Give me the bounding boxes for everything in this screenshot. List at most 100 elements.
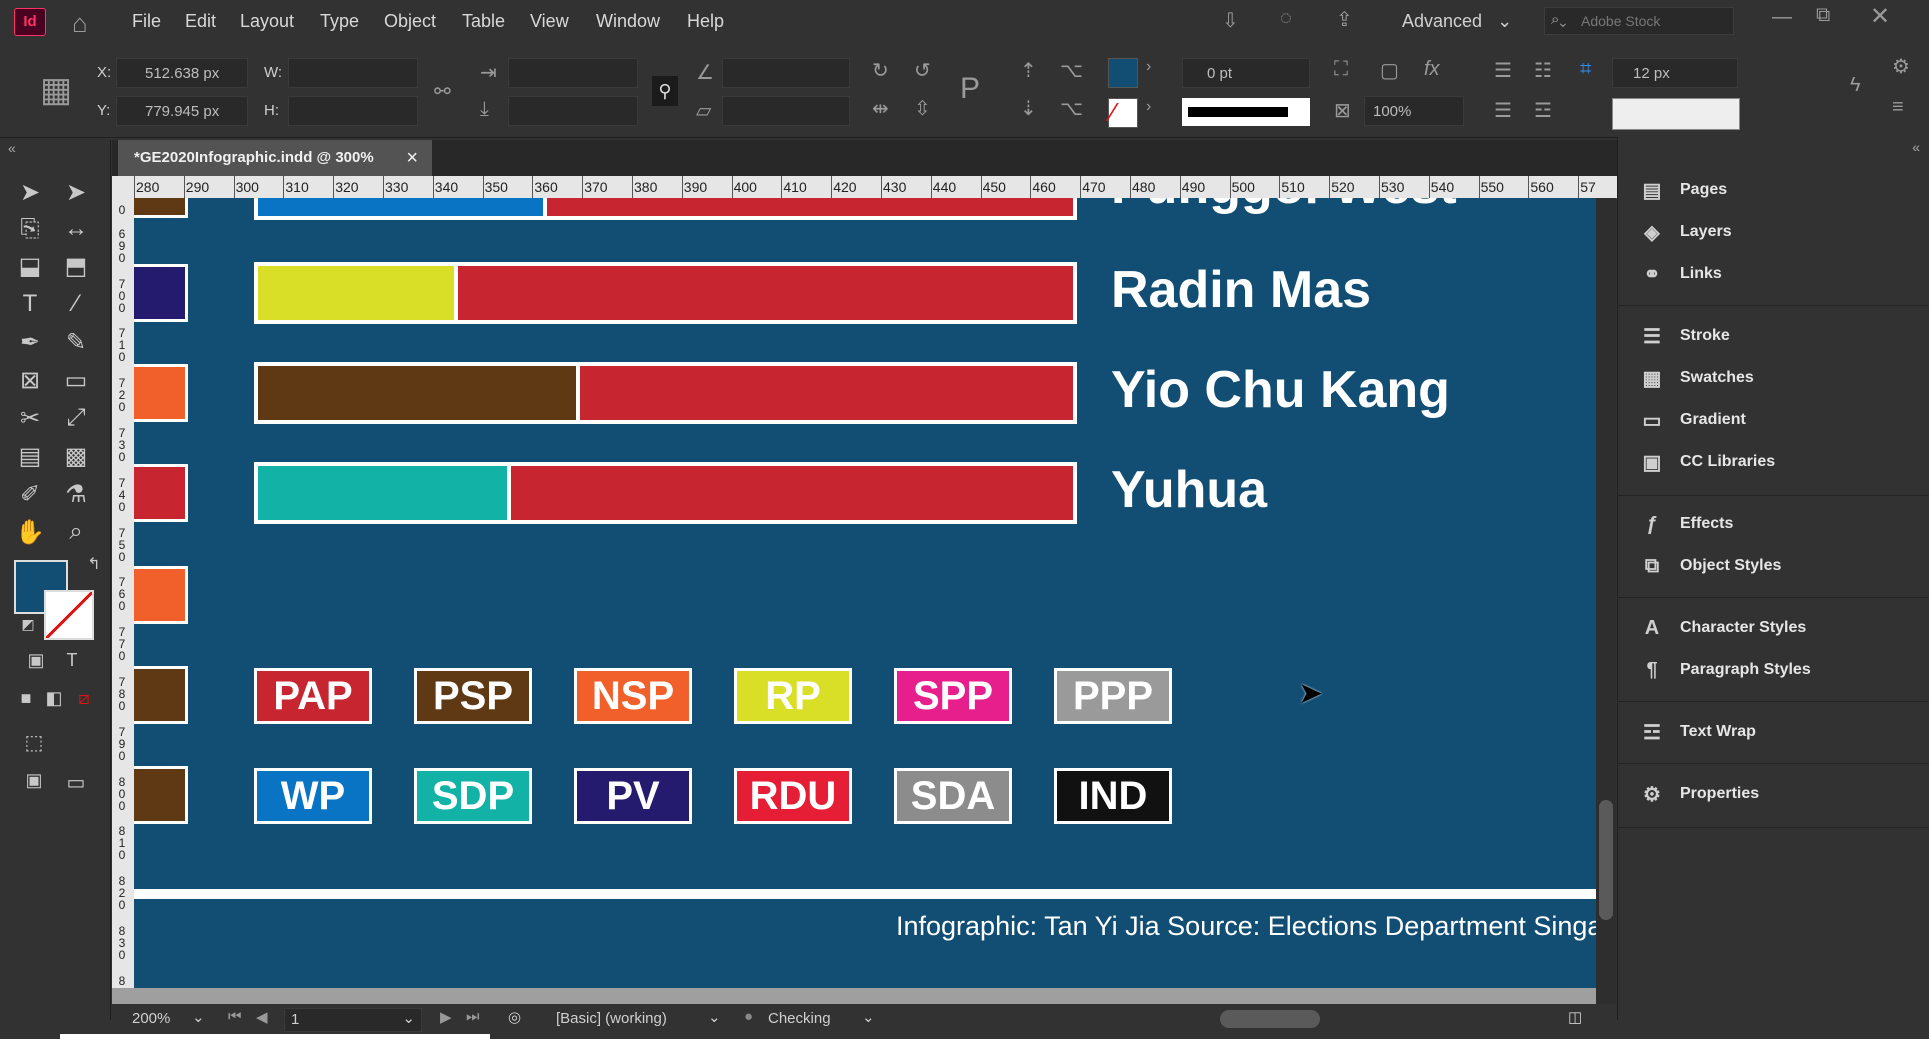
frame-fitting-icon[interactable]: ⛶ [1334, 58, 1348, 81]
stroke-color-box[interactable] [44, 590, 94, 640]
gradient-feather-tool-icon[interactable]: ▩ [58, 442, 94, 471]
scale-x-field[interactable] [508, 58, 638, 88]
zoom-dropdown-icon[interactable]: ⌄ [192, 1008, 205, 1026]
menu-object[interactable]: Object [384, 11, 436, 32]
vertical-scroll-thumb[interactable] [1599, 800, 1613, 920]
close-window-icon[interactable]: ✕ [1870, 2, 1890, 31]
swap-colors-icon[interactable]: ↰ [76, 554, 112, 574]
stroke-weight-field[interactable]: 0 pt [1182, 58, 1310, 88]
select-next-icon[interactable]: ⌥ [1060, 58, 1083, 83]
horizontal-scroll-area[interactable] [112, 988, 1596, 1004]
page-tool-icon[interactable]: ⎘ [12, 215, 48, 243]
close-tab-icon[interactable]: × [406, 140, 418, 176]
formatting-container-icon[interactable]: ▣ [18, 650, 54, 671]
fill-swatch[interactable] [1108, 58, 1138, 88]
panel-stroke[interactable]: ☰ Stroke [1638, 321, 1730, 351]
panel-pages[interactable]: ▤ Pages [1638, 175, 1728, 205]
rectangle-frame-tool-icon[interactable]: ⊠ [12, 366, 48, 395]
panel-links[interactable]: ⚭ Links [1638, 259, 1722, 289]
drop-shadow-icon[interactable]: ▢ [1380, 58, 1399, 83]
profile-dropdown-icon[interactable]: ⌄ [708, 1008, 721, 1026]
document-canvas[interactable]: Punggol West Radin Mas Yio Chu Kang Yuhua P… [134, 198, 1596, 988]
opacity-field[interactable]: 100% [1364, 96, 1464, 126]
pencil-tool-icon[interactable]: ✎ [58, 328, 94, 357]
zoom-level[interactable]: 200% [132, 1010, 170, 1027]
x-field[interactable]: 512.638 px [116, 58, 248, 88]
panel-cc-libraries[interactable]: ▣ CC Libraries [1638, 447, 1776, 477]
stroke-type-select[interactable] [1182, 98, 1310, 126]
panel-swatches[interactable]: ▦ Swatches [1638, 363, 1754, 393]
split-window-icon[interactable]: ◫ [1568, 1008, 1582, 1026]
fx-icon[interactable]: fx [1424, 58, 1440, 81]
horizontal-scroll-thumb[interactable] [1220, 1010, 1320, 1028]
panel-gradient[interactable]: ▭ Gradient [1638, 405, 1746, 435]
screen-mode-icon[interactable]: ⬚ [16, 730, 52, 755]
hamburger-menu-icon[interactable]: ≡ [1892, 96, 1904, 119]
rectangle-tool-icon[interactable]: ▭ [58, 366, 94, 395]
collapse-toolbox-icon[interactable]: « [8, 140, 16, 156]
last-page-icon[interactable]: ⏭ [466, 1008, 480, 1025]
selection-tool-icon[interactable]: ➤ [12, 178, 48, 207]
settings-gear-icon[interactable]: ⚙ [1892, 54, 1910, 79]
home-icon[interactable]: ⌂ [72, 8, 88, 39]
hand-tool-icon[interactable]: ✋ [12, 518, 48, 547]
restore-icon[interactable]: ⧉ [1816, 4, 1830, 27]
page-dropdown-icon[interactable]: ⌄ [402, 1009, 415, 1027]
menu-view[interactable]: View [530, 11, 569, 32]
flip-horizontal-icon[interactable]: ⇹ [872, 96, 889, 121]
workspace-switcher[interactable]: Advanced ⌄ [1402, 11, 1512, 32]
shear-field[interactable] [722, 96, 850, 126]
panel-layers[interactable]: ◈ Layers [1638, 217, 1731, 247]
publish-online-icon[interactable]: ⇩ [1222, 8, 1239, 33]
content-placer-icon[interactable]: ⬒ [58, 252, 94, 281]
gap-tool-icon[interactable]: ↔ [58, 215, 94, 243]
lightbulb-icon[interactable]: ◌ [1280, 7, 1292, 30]
select-content-icon[interactable]: ⇣ [1020, 96, 1037, 121]
preflight-icon[interactable]: ◎ [508, 1008, 521, 1026]
direct-selection-tool-icon[interactable]: ➤ [58, 178, 94, 207]
selection-content-icon[interactable]: P [960, 72, 980, 106]
align-bottom-icon[interactable]: ☲ [1534, 98, 1552, 123]
scale-y-field[interactable] [508, 96, 638, 126]
select-previous-icon[interactable]: ⌥ [1060, 96, 1083, 121]
gradient-swatch-tool-icon[interactable]: ▤ [12, 442, 48, 471]
select-container-icon[interactable]: ⇡ [1020, 58, 1037, 83]
font-size-field[interactable]: 12 px [1612, 58, 1738, 88]
menu-help[interactable]: Help [687, 11, 724, 32]
preflight-dropdown-icon[interactable]: ⌄ [862, 1008, 875, 1026]
align-vertical-icon[interactable]: ☰ [1494, 98, 1512, 123]
previous-page-icon[interactable]: ◀ [256, 1008, 268, 1026]
content-collector-icon[interactable]: ⬓ [12, 252, 48, 281]
panel-paragraph-styles[interactable]: ¶ Paragraph Styles [1638, 655, 1810, 685]
apply-none-icon[interactable]: ⧄ [66, 688, 102, 709]
fill-menu-icon[interactable]: › [1146, 58, 1151, 76]
adobe-stock-search[interactable]: ⌕⌄ Adobe Stock [1544, 7, 1734, 35]
rotation-field[interactable] [722, 58, 850, 88]
w-field[interactable] [288, 58, 418, 88]
reference-point-icon[interactable]: ▦ [40, 70, 72, 110]
share-icon[interactable]: ⇪ [1336, 7, 1353, 32]
panel-text-wrap[interactable]: ☲ Text Wrap [1638, 717, 1756, 747]
preflight-profile[interactable]: [Basic] (working) [556, 1010, 667, 1027]
lightning-icon[interactable]: ϟ [1850, 74, 1861, 97]
menu-layout[interactable]: Layout [240, 11, 294, 32]
text-frame-icon[interactable]: ⌗ [1580, 58, 1591, 81]
document-tab[interactable]: *GE2020Infographic.indd @ 300% × [118, 140, 432, 176]
default-colors-icon[interactable]: ◩ [10, 616, 46, 633]
zoom-tool-icon[interactable]: ⌕ [58, 518, 94, 546]
page-number-field[interactable]: 1 ⌄ [284, 1008, 422, 1032]
menu-type[interactable]: Type [320, 11, 359, 32]
align-center-icon[interactable]: ☰ [1494, 58, 1512, 83]
stroke-swatch[interactable]: ⁄ [1108, 97, 1138, 128]
note-tool-icon[interactable]: ✐ [12, 480, 48, 509]
type-tool-icon[interactable]: T [12, 290, 48, 318]
menu-table[interactable]: Table [462, 11, 505, 32]
stroke-menu-icon[interactable]: › [1146, 98, 1151, 116]
preview-mode-icon[interactable]: ▣ [16, 770, 52, 791]
rotate-ccw-icon[interactable]: ↺ [914, 58, 931, 83]
panel-effects[interactable]: ƒ Effects [1638, 509, 1733, 539]
panel-properties[interactable]: ⚙ Properties [1638, 779, 1759, 809]
menu-edit[interactable]: Edit [185, 11, 216, 32]
constrain-proportions-icon[interactable]: ⚯ [434, 79, 451, 104]
panel-character-styles[interactable]: A Character Styles [1638, 613, 1807, 643]
